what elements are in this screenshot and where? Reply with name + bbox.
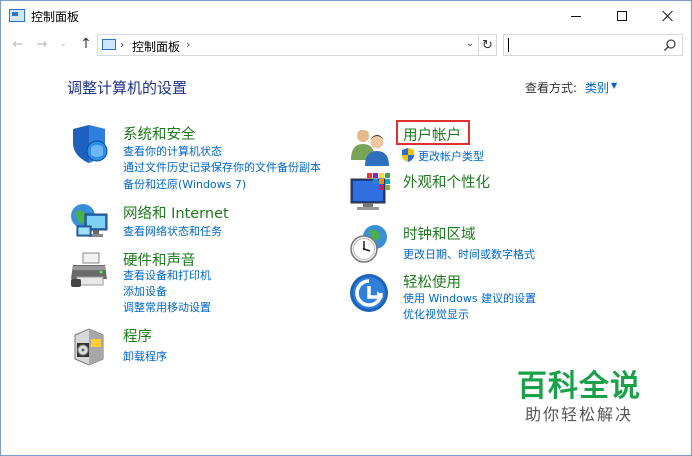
chevron-down-icon: ⌄	[59, 39, 67, 49]
ease-of-access-icon[interactable]	[349, 271, 391, 313]
minimize-icon	[571, 15, 581, 17]
category-title-ease-of-access[interactable]: 轻松使用	[403, 271, 461, 292]
link-network-status[interactable]: 查看网络状态和任务	[123, 223, 222, 239]
back-button[interactable]: ←	[9, 35, 27, 53]
link-devices-printers[interactable]: 查看设备和打印机	[123, 267, 211, 283]
watermark-brand: 百科全说	[517, 369, 641, 404]
control-panel-icon	[9, 9, 25, 22]
view-by-label: 查看方式:	[525, 81, 578, 95]
forward-button[interactable]: →	[33, 35, 51, 53]
minimize-button[interactable]	[553, 1, 599, 31]
search-input[interactable]	[503, 34, 683, 56]
appearance-icon[interactable]	[349, 171, 391, 213]
network-globe-icon[interactable]	[69, 202, 111, 244]
refresh-icon: ↻	[482, 37, 493, 53]
recent-locations-button[interactable]: ⌄	[57, 35, 69, 53]
link-backup-restore[interactable]: 备份和还原(Windows 7)	[123, 176, 246, 192]
arrow-up-icon: ↑	[80, 36, 92, 52]
window-title: 控制面板	[31, 10, 80, 24]
category-title-network-internet[interactable]: 网络和 Internet	[123, 202, 229, 223]
link-add-device[interactable]: 添加设备	[123, 283, 167, 299]
breadcrumb-control-panel[interactable]: 控制面板	[132, 38, 180, 55]
arrow-right-icon: →	[36, 36, 48, 52]
category-title-system-security[interactable]: 系统和安全	[123, 123, 196, 144]
navigation-bar: ← → ⌄ ↑ › 控制面板 › ⌄ ↻	[1, 31, 691, 57]
category-title-appearance[interactable]: 外观和个性化	[403, 171, 490, 192]
highlight-annotation-box	[396, 120, 470, 145]
link-uninstall-program[interactable]: 卸载程序	[123, 348, 167, 364]
link-change-date-time-format[interactable]: 更改日期、时间或数字格式	[403, 246, 535, 262]
close-icon	[662, 10, 674, 22]
link-optimize-visual-display[interactable]: 优化视觉显示	[403, 306, 469, 322]
link-use-recommended-settings[interactable]: 使用 Windows 建议的设置	[403, 290, 536, 306]
arrow-left-icon: ←	[12, 36, 24, 52]
uac-shield-icon	[402, 148, 414, 162]
category-title-clock-region[interactable]: 时钟和区域	[403, 223, 476, 244]
maximize-button[interactable]	[599, 1, 645, 31]
address-dropdown-icon[interactable]: ⌄	[466, 38, 474, 49]
title-bar: 控制面板	[1, 1, 691, 31]
printer-icon[interactable]	[69, 249, 111, 291]
link-mobility-settings[interactable]: 调整常用移动设置	[123, 299, 211, 315]
maximize-icon	[617, 11, 627, 21]
search-icon[interactable]	[663, 38, 677, 52]
control-panel-small-icon	[102, 39, 116, 50]
address-bar[interactable]: › 控制面板 › ⌄	[97, 34, 479, 56]
control-panel-window: 控制面板 ← → ⌄ ↑ › 控制面板 › ⌄ ↻ 调整计算机的设置 查看方式:…	[0, 0, 692, 456]
link-change-account-type[interactable]: 更改帐户类型	[418, 148, 484, 164]
main-content: 调整计算机的设置 查看方式: 类别 ▼ 系统和安全 查看你的计算机状态 通过文件…	[1, 57, 691, 455]
refresh-button[interactable]: ↻	[479, 34, 497, 56]
close-button[interactable]	[645, 1, 691, 31]
security-shield-icon[interactable]	[69, 123, 111, 165]
link-view-computer-status[interactable]: 查看你的计算机状态	[123, 143, 222, 159]
up-button[interactable]: ↑	[77, 35, 95, 53]
clock-globe-icon[interactable]	[349, 223, 391, 265]
page-title: 调整计算机的设置	[67, 79, 188, 97]
programs-icon[interactable]	[69, 325, 111, 367]
link-file-history-backup[interactable]: 通过文件历史记录保存你的文件备份副本	[123, 159, 321, 175]
category-title-programs[interactable]: 程序	[123, 325, 152, 346]
watermark-tagline: 助你轻松解决	[525, 405, 634, 424]
user-accounts-icon[interactable]	[349, 124, 391, 166]
breadcrumb-chevron-icon[interactable]: ›	[186, 38, 190, 51]
view-by-dropdown[interactable]: 类别	[585, 79, 609, 96]
dropdown-arrow-icon[interactable]: ▼	[611, 81, 617, 90]
breadcrumb-chevron-icon[interactable]: ›	[120, 38, 124, 51]
text-caret	[508, 38, 509, 52]
